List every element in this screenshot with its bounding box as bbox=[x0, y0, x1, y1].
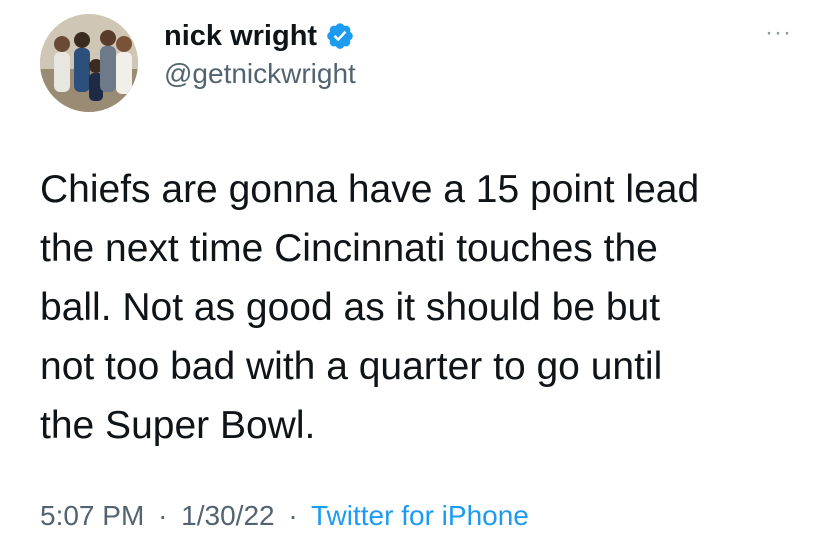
author-name-row: nick wright bbox=[164, 18, 355, 54]
tweet-date[interactable]: 1/30/22 bbox=[181, 500, 274, 531]
tweet-metadata: 5:07 PM · 1/30/22 · Twitter for iPhone bbox=[40, 500, 529, 532]
more-options-icon[interactable]: ··· bbox=[765, 21, 792, 45]
meta-separator: · bbox=[288, 500, 298, 531]
tweet-text-line: not too bad with a quarter to go until bbox=[40, 345, 663, 388]
tweet-text-line: ball. Not as good as it should be but bbox=[40, 286, 661, 329]
author-handle[interactable]: @getnickwright bbox=[164, 58, 356, 90]
tweet-text-line: the next time Cincinnati touches the bbox=[40, 227, 658, 270]
meta-separator: · bbox=[158, 500, 168, 531]
tweet-card: nick wright @getnickwright ··· Chiefs ar… bbox=[0, 0, 828, 546]
verified-badge-icon bbox=[325, 21, 355, 51]
author-display-name[interactable]: nick wright bbox=[164, 20, 317, 53]
tweet-text-line: Chiefs are gonna have a 15 point lead bbox=[40, 168, 700, 211]
avatar-photo bbox=[40, 14, 138, 112]
tweet-time[interactable]: 5:07 PM bbox=[40, 500, 144, 531]
tweet-text: Chiefs are gonna have a 15 point lead th… bbox=[40, 160, 800, 455]
tweet-source-link[interactable]: Twitter for iPhone bbox=[311, 500, 529, 531]
tweet-text-line: the Super Bowl. bbox=[40, 404, 316, 447]
avatar[interactable] bbox=[40, 14, 138, 112]
